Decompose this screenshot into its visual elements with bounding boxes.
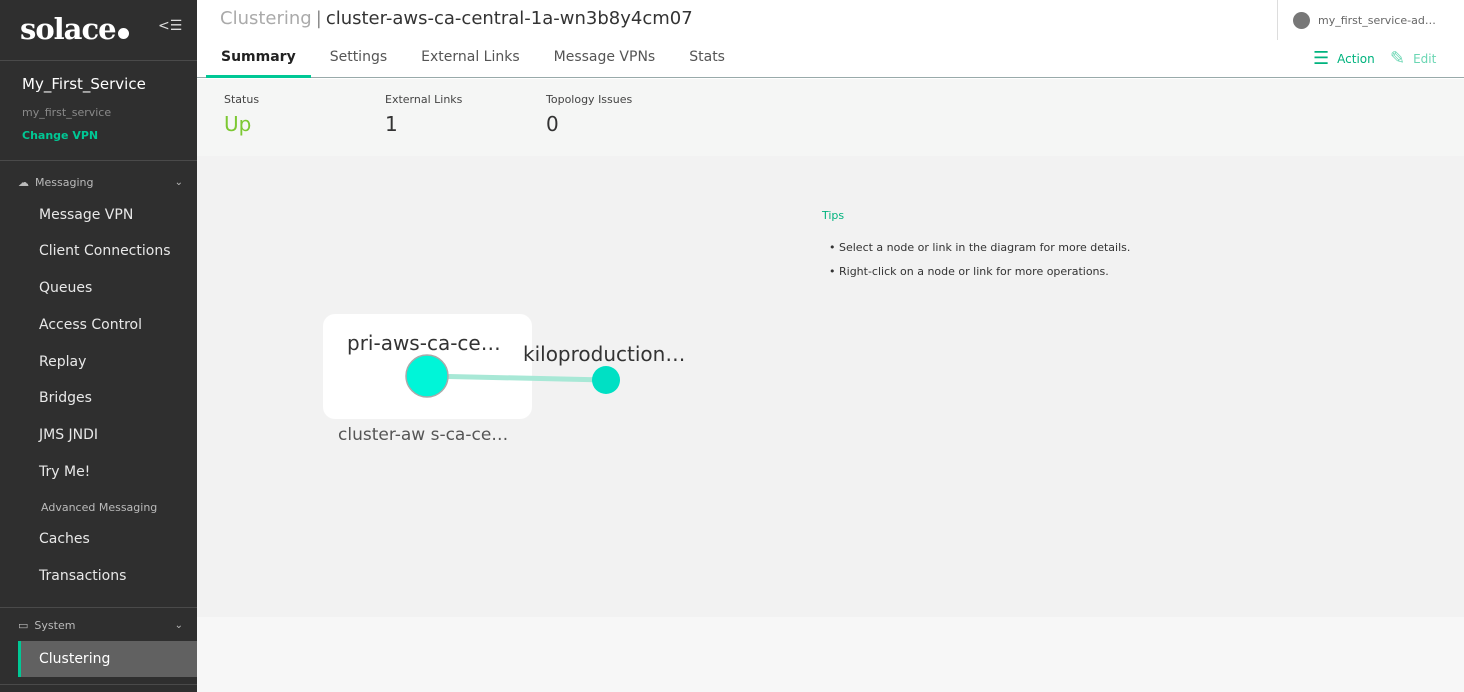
- header: Clustering | cluster-aws-ca-central-1a-wn3…: [197, 0, 1464, 78]
- sidebar-item-caches[interactable]: Caches: [39, 531, 90, 547]
- sidebar-item-jms-jndi[interactable]: JMS JNDI: [39, 427, 98, 443]
- solace-logo[interactable]: solace: [20, 12, 129, 46]
- sidebar-item-access-control[interactable]: Access Control: [39, 317, 142, 333]
- system-icon: ▭: [18, 619, 29, 632]
- sidebar-item-queues[interactable]: Queues: [39, 280, 92, 296]
- sidebar-item-clustering[interactable]: Clustering: [18, 641, 197, 677]
- system-section[interactable]: ▭ System ⌄: [18, 619, 183, 632]
- sidebar-item-bridges[interactable]: Bridges: [39, 390, 92, 406]
- vpn-name: my_first_service: [22, 106, 112, 119]
- user-menu[interactable]: my_first_service-ad…: [1277, 0, 1436, 40]
- primary-node[interactable]: [405, 354, 449, 398]
- sliders-icon: ☰: [1313, 48, 1330, 69]
- sidebar-item-try-me[interactable]: Try Me!: [39, 464, 90, 480]
- remote-node[interactable]: [592, 366, 620, 394]
- footer-area: [197, 617, 1464, 692]
- change-vpn-link[interactable]: Change VPN: [22, 129, 98, 142]
- external-links-value: 1: [385, 112, 398, 136]
- primary-node-label: pri-aws-ca-ce…: [347, 331, 501, 355]
- edit-button[interactable]: ✎ Edit: [1390, 48, 1436, 69]
- service-name: My_First_Service: [22, 75, 146, 93]
- tab-summary[interactable]: Summary: [206, 40, 311, 78]
- summary-stats: Status Up External Links 1 Topology Issues…: [197, 79, 1464, 156]
- sidebar-item-transactions[interactable]: Transactions: [39, 568, 126, 584]
- topology-issues-label: Topology Issues: [546, 93, 633, 106]
- cluster-label: cluster-aw s-ca-ce…: [338, 425, 509, 445]
- tip-item: • Right-click on a node or link for more…: [829, 265, 1109, 278]
- action-button[interactable]: ☰ Action: [1313, 48, 1375, 69]
- collapse-sidebar-icon[interactable]: <☰: [158, 18, 182, 34]
- status-value: Up: [224, 112, 252, 136]
- tab-message-vpns[interactable]: Message VPNs: [539, 40, 671, 78]
- tab-external-links[interactable]: External Links: [406, 40, 535, 78]
- sidebar: solace <☰ My_First_Service my_first_serv…: [0, 0, 197, 692]
- chevron-down-icon: ⌄: [174, 620, 183, 631]
- cloud-icon: ☁: [18, 176, 29, 189]
- sidebar-item-message-vpn[interactable]: Message VPN: [39, 207, 133, 223]
- chevron-down-icon: ⌄: [174, 177, 183, 188]
- status-label: Status: [224, 93, 260, 106]
- topology-issues-value: 0: [546, 112, 559, 136]
- sidebar-item-client-connections[interactable]: Client Connections: [39, 243, 171, 259]
- tips-title: Tips: [822, 209, 845, 222]
- page-title: Clustering | cluster-aws-ca-central-1a-wn3…: [220, 8, 693, 29]
- tab-settings[interactable]: Settings: [315, 40, 402, 78]
- advanced-messaging-label: Advanced Messaging: [41, 501, 158, 514]
- tip-item: • Select a node or link in the diagram f…: [829, 241, 1131, 254]
- external-links-label: External Links: [385, 93, 463, 106]
- user-icon: [1293, 11, 1310, 29]
- messaging-section[interactable]: ☁ Messaging ⌄: [18, 176, 183, 189]
- topology-diagram[interactable]: pri-aws-ca-ce… kiloproduction… cluster-a…: [197, 156, 1464, 617]
- tab-stats[interactable]: Stats: [674, 40, 740, 78]
- remote-node-label: kiloproduction…: [523, 342, 686, 366]
- pencil-icon: ✎: [1390, 48, 1406, 69]
- sidebar-item-replay[interactable]: Replay: [39, 354, 86, 370]
